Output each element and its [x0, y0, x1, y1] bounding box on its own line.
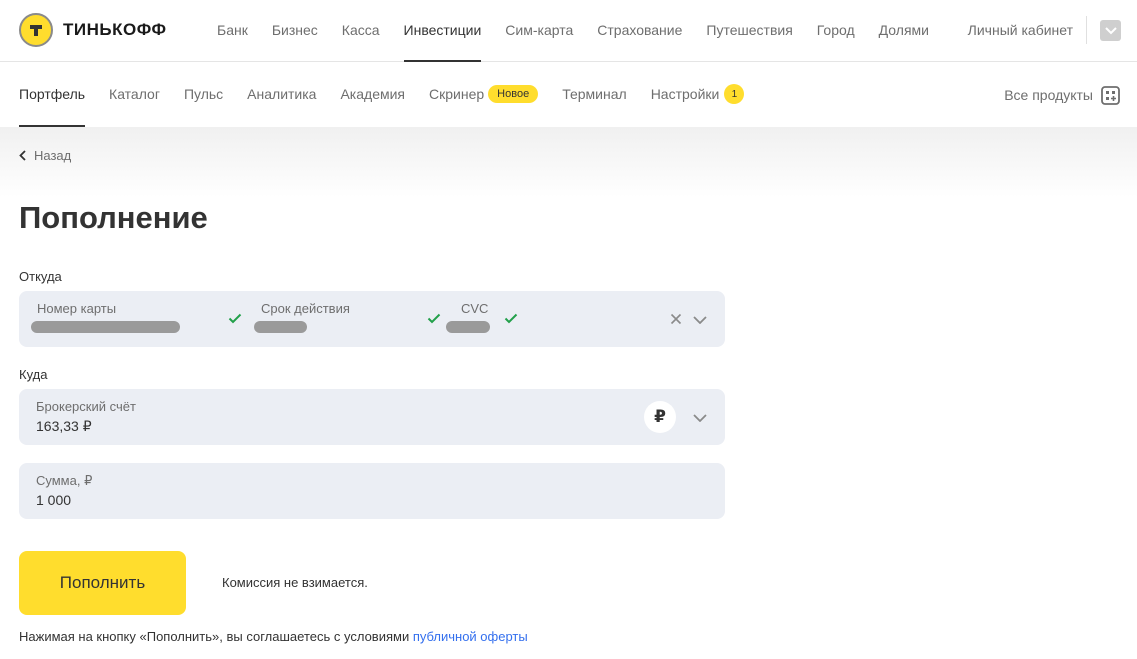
top-nav-bank[interactable]: Банк [217, 0, 248, 62]
currency-symbol: ₽ [654, 407, 666, 426]
tab-label: Пульс [183, 86, 224, 102]
back-link[interactable]: Назад [19, 148, 71, 163]
tab-label: Настройки [650, 86, 720, 102]
top-nav-travel[interactable]: Путешествия [706, 0, 792, 62]
top-nav: Банк Бизнес Касса Инвестиции Сим-карта С… [217, 0, 953, 62]
count-badge: 1 [724, 84, 745, 104]
check-icon [504, 313, 518, 324]
check-icon [427, 313, 441, 324]
tab-terminal[interactable]: Терминал [562, 63, 626, 127]
card-number-value[interactable] [31, 321, 180, 333]
clear-icon[interactable] [670, 313, 682, 325]
expiry-label: Срок действия [261, 301, 350, 316]
account-select[interactable]: Брокерский счёт 163,33 ₽ ₽ [19, 389, 725, 445]
terms-text: Нажимая на кнопку «Пополнить», вы соглаш… [19, 629, 410, 644]
to-label: Куда [19, 367, 48, 382]
chevron-down-icon[interactable] [693, 414, 707, 422]
tab-pulse[interactable]: Пульс [184, 63, 223, 127]
sub-bar: Портфель Каталог Пульс Аналитика Академи… [0, 63, 1137, 127]
header-shadow [0, 127, 1137, 197]
profile-menu-button[interactable] [1100, 20, 1121, 41]
top-nav-business[interactable]: Бизнес [272, 0, 318, 62]
amount-value[interactable]: 1 000 [36, 492, 71, 508]
sub-nav: Портфель Каталог Пульс Аналитика Академи… [19, 63, 768, 127]
chevron-left-icon [19, 150, 26, 161]
top-bar: ТИНЬКОФФ Банк Бизнес Касса Инвестиции Си… [0, 0, 1137, 62]
chevron-down-icon[interactable] [693, 316, 707, 324]
cvc-value[interactable] [446, 321, 490, 333]
card-number-label: Номер карты [37, 301, 117, 316]
ruble-icon: ₽ [644, 401, 676, 433]
all-products-label: Все продукты [1004, 87, 1093, 103]
personal-account-link[interactable]: Личный кабинет [968, 0, 1073, 62]
tab-label: Портфель [19, 86, 86, 102]
from-label: Откуда [19, 269, 62, 284]
back-label: Назад [34, 148, 72, 163]
card-input-group[interactable]: Номер карты Срок действия CVC [19, 291, 725, 347]
tab-settings[interactable]: Настройки 1 [651, 63, 745, 127]
amount-label: Сумма, ₽ [36, 473, 93, 488]
tab-academy[interactable]: Академия [340, 63, 405, 127]
tinkoff-emblem-icon [19, 13, 53, 47]
account-value: 163,33 ₽ [36, 418, 92, 434]
top-nav-dolyami[interactable]: Долями [879, 0, 929, 62]
account-label: Брокерский счёт [36, 399, 136, 414]
top-nav-kassa[interactable]: Касса [342, 0, 380, 62]
tab-analytics[interactable]: Аналитика [247, 63, 316, 127]
top-nav-insurance[interactable]: Страхование [597, 0, 682, 62]
grid-plus-icon [1101, 85, 1120, 105]
public-offer-link[interactable]: публичной оферты [413, 629, 528, 644]
tab-label: Академия [340, 86, 406, 102]
check-icon [228, 313, 242, 324]
top-divider [1086, 16, 1087, 44]
tab-portfolio[interactable]: Портфель [19, 63, 86, 127]
expiry-value[interactable] [254, 321, 307, 333]
fee-note: Комиссия не взимается. [222, 575, 368, 590]
top-up-button[interactable]: Пополнить [19, 551, 186, 615]
tab-label: Скринер [429, 86, 485, 102]
amount-field[interactable]: Сумма, ₽ 1 000 [19, 463, 725, 519]
logo[interactable]: ТИНЬКОФФ [19, 13, 167, 47]
tab-screener[interactable]: Скринер Новое [429, 63, 539, 127]
tab-label: Аналитика [247, 86, 317, 102]
new-badge: Новое [488, 85, 539, 103]
tab-label: Каталог [109, 86, 160, 102]
top-nav-investments[interactable]: Инвестиции [403, 0, 482, 62]
page-title: Пополнение [19, 200, 208, 235]
top-nav-sim[interactable]: Сим-карта [505, 0, 573, 62]
brand-name: ТИНЬКОФФ [63, 20, 167, 39]
tab-label: Терминал [562, 86, 627, 102]
cvc-label: CVC [461, 301, 489, 316]
chevron-down-icon [1104, 26, 1117, 34]
tab-catalog[interactable]: Каталог [109, 63, 160, 127]
all-products-button[interactable]: Все продукты [1004, 63, 1120, 127]
terms-note: Нажимая на кнопку «Пополнить», вы соглаш… [19, 629, 528, 644]
top-nav-city[interactable]: Город [817, 0, 855, 62]
